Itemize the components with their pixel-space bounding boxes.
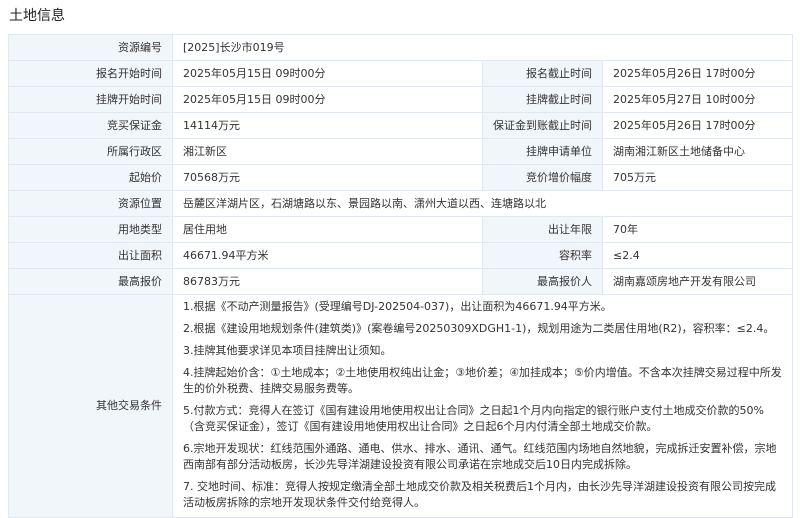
condition-item: 5.付款方式：竞得人在签订《国有建设用地使用权出让合同》之日起1个月内向指定的银… bbox=[183, 404, 764, 433]
land-info-table: 资源编号 [2025]长沙市019号 报名开始时间 2025年05月15日 09… bbox=[8, 34, 793, 518]
condition-item: 7. 交地时间、标准：竞得人按规定缴清全部土地成交价款及相关税费后1个月内，由长… bbox=[183, 480, 776, 509]
row-value: 湘江新区 bbox=[172, 138, 483, 165]
row-label: 资源编号 bbox=[8, 34, 173, 61]
row-label: 保证金到账截止时间 bbox=[482, 112, 603, 139]
row-label: 竞买保证金 bbox=[8, 112, 173, 139]
condition-item: 3.挂牌其他要求详见本项目挂牌出让须知。 bbox=[183, 344, 392, 357]
page-title: 土地信息 bbox=[9, 8, 65, 24]
row-value: 705万元 bbox=[602, 164, 793, 191]
table-row: 出让面积 46671.94平方米 容积率 ≤2.4 bbox=[8, 242, 793, 269]
row-label: 挂牌截止时间 bbox=[482, 86, 603, 113]
row-value: 湖南湘江新区土地储备中心 bbox=[602, 138, 793, 165]
condition-item: 1.根据《不动产测量报告》(受理编号DJ-202504-037)，出让面积为46… bbox=[183, 300, 612, 313]
row-label: 起始价 bbox=[8, 164, 173, 191]
row-value: 居住用地 bbox=[172, 216, 483, 243]
row-value: 46671.94平方米 bbox=[172, 242, 483, 269]
land-info-body: 资源编号 [2025]长沙市019号 报名开始时间 2025年05月15日 09… bbox=[8, 34, 793, 518]
table-row: 竞买保证金 14114万元 保证金到账截止时间 2025年05月26日 17时0… bbox=[8, 112, 793, 139]
row-value: 14114万元 bbox=[172, 112, 483, 139]
row-value: 湖南嘉颂房地产开发有限公司 bbox=[602, 268, 793, 295]
row-value: 岳麓区洋湖片区，石湖塘路以东、景园路以南、潇州大道以西、连塘路以北 bbox=[172, 190, 793, 217]
row-label: 出让面积 bbox=[8, 242, 173, 269]
row-label: 报名截止时间 bbox=[482, 60, 603, 87]
row-value: 70年 bbox=[602, 216, 793, 243]
row-value: 2025年05月26日 17时00分 bbox=[602, 60, 793, 87]
table-row: 最高报价 86783万元 最高报价人 湖南嘉颂房地产开发有限公司 bbox=[8, 268, 793, 295]
table-row: 资源编号 [2025]长沙市019号 bbox=[8, 34, 793, 61]
table-row: 起始价 70568万元 竞价增价幅度 705万元 bbox=[8, 164, 793, 191]
row-label: 挂牌申请单位 bbox=[482, 138, 603, 165]
table-row: 挂牌开始时间 2025年05月15日 09时00分 挂牌截止时间 2025年05… bbox=[8, 86, 793, 113]
condition-item: 6.宗地开发现状：红线范围外通路、通电、供水、排水、通讯、通气。红线范围内场地自… bbox=[183, 442, 777, 471]
table-row: 所属行政区 湘江新区 挂牌申请单位 湖南湘江新区土地储备中心 bbox=[8, 138, 793, 165]
row-label: 出让年限 bbox=[482, 216, 603, 243]
table-row: 资源位置 岳麓区洋湖片区，石湖塘路以东、景园路以南、潇州大道以西、连塘路以北 bbox=[8, 190, 793, 217]
row-value: 86783万元 bbox=[172, 268, 483, 295]
conditions-row: 其他交易条件 1.根据《不动产测量报告》(受理编号DJ-202504-037)，… bbox=[8, 294, 793, 518]
row-label: 报名开始时间 bbox=[8, 60, 173, 87]
row-label: 最高报价人 bbox=[482, 268, 603, 295]
row-label: 资源位置 bbox=[8, 190, 173, 217]
row-label: 最高报价 bbox=[8, 268, 173, 295]
row-label: 容积率 bbox=[482, 242, 603, 269]
conditions-list: 1.根据《不动产测量报告》(受理编号DJ-202504-037)，出让面积为46… bbox=[172, 294, 793, 518]
row-value: 2025年05月15日 09时00分 bbox=[172, 60, 483, 87]
row-value: 2025年05月26日 17时00分 bbox=[602, 112, 793, 139]
row-value: ≤2.4 bbox=[602, 242, 793, 269]
table-row: 报名开始时间 2025年05月15日 09时00分 报名截止时间 2025年05… bbox=[8, 60, 793, 87]
row-label: 挂牌开始时间 bbox=[8, 86, 173, 113]
condition-item: 2.根据《建设用地规划条件(建筑类)》(案卷编号20250309XDGH1-1)… bbox=[183, 322, 775, 335]
row-value: 70568万元 bbox=[172, 164, 483, 191]
row-value: 2025年05月27日 10时00分 bbox=[602, 86, 793, 113]
row-value: [2025]长沙市019号 bbox=[172, 34, 793, 61]
table-row: 用地类型 居住用地 出让年限 70年 bbox=[8, 216, 793, 243]
row-label: 所属行政区 bbox=[8, 138, 173, 165]
row-label: 用地类型 bbox=[8, 216, 173, 243]
condition-item: 4.挂牌起始价含：①土地成本；②土地使用权纯出让金；③地价差；④加挂成本；⑤价内… bbox=[183, 366, 782, 395]
row-value: 2025年05月15日 09时00分 bbox=[172, 86, 483, 113]
conditions-label: 其他交易条件 bbox=[8, 294, 173, 518]
row-label: 竞价增价幅度 bbox=[482, 164, 603, 191]
